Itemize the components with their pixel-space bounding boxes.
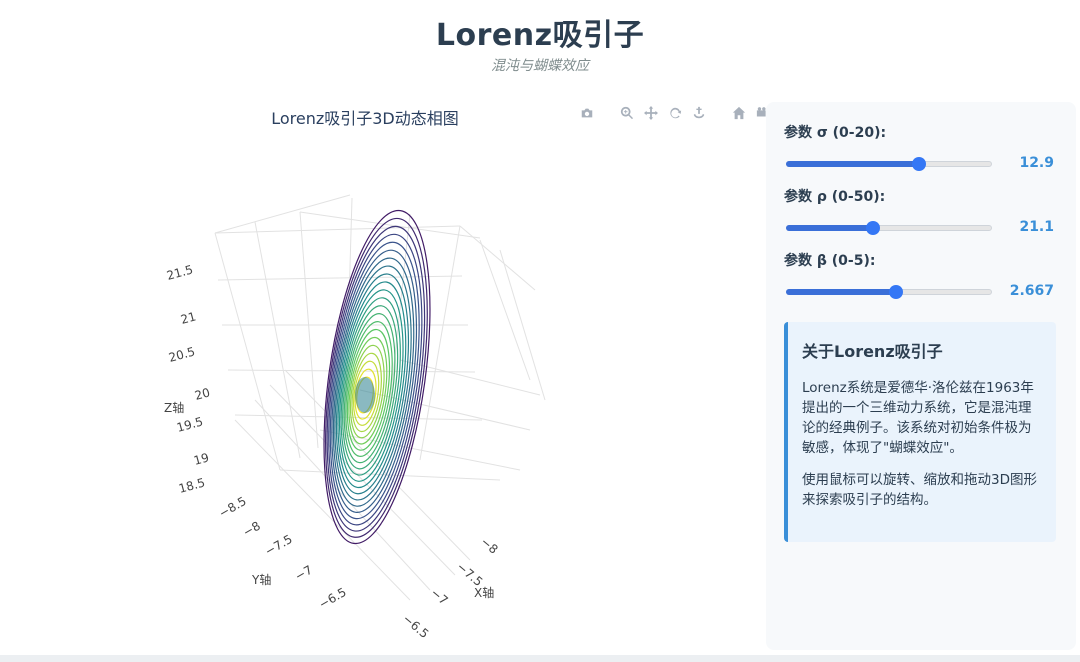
z-axis-label: Z轴	[164, 400, 184, 415]
trajectory-core	[355, 377, 375, 413]
x-axis-label: X轴	[474, 585, 494, 600]
turntable-icon[interactable]	[690, 104, 708, 122]
pan-icon[interactable]	[642, 104, 660, 122]
x-tick-label: −7.5	[454, 560, 485, 589]
z-tick-label: 20.5	[167, 344, 196, 364]
y-tick-label: −8	[241, 519, 263, 540]
orbit-rotate-icon[interactable]	[666, 104, 684, 122]
rho-value: 21.1	[1019, 219, 1054, 235]
plot-modebar	[578, 104, 772, 124]
x-tick-label: −8	[478, 535, 501, 557]
y-tick-label: −7	[293, 563, 315, 584]
y-axis-label: Y轴	[251, 572, 271, 587]
zoom-icon[interactable]	[618, 104, 636, 122]
beta-value: 2.667	[1009, 283, 1054, 299]
rho-slider[interactable]: 21.1	[784, 218, 1064, 238]
z-tick-label: 21.5	[165, 262, 194, 282]
x-tick-label: −6.5	[400, 612, 431, 641]
control-panel: 参数 σ (0-20): 12.9 参数 ρ (0-50): 21.1 参数 β…	[766, 102, 1076, 650]
info-title: 关于Lorenz吸引子	[802, 342, 943, 361]
bottom-bar	[0, 655, 1080, 662]
sigma-control: 参数 σ (0-20): 12.9	[784, 122, 1064, 174]
info-paragraph-1: Lorenz系统是爱德华·洛伦兹在1963年提出的一个三维动力系统，它是混沌理论…	[802, 380, 1034, 456]
beta-control: 参数 β (0-5): 2.667	[784, 250, 1064, 302]
z-tick-label: 20	[193, 385, 211, 402]
beta-slider-thumb[interactable]	[888, 285, 903, 299]
plot-title: Lorenz吸引子3D动态相图	[271, 109, 459, 128]
attractor-trajectory	[323, 209, 431, 545]
x-tick-label: −7	[428, 586, 451, 608]
trajectory-loop	[334, 265, 412, 501]
z-tick-label: 21	[179, 309, 197, 326]
sigma-label: 参数 σ (0-20):	[784, 125, 887, 141]
y-tick-label: −8.5	[217, 494, 249, 521]
beta-slider[interactable]: 2.667	[784, 282, 1064, 302]
lorenz-3d-plot[interactable]: 21.52120.52019.51918.5−8.5−8−7.5−7−6.5−8…	[0, 0, 760, 662]
z-tick-label: 18.5	[177, 475, 206, 495]
home-icon[interactable]	[730, 104, 748, 122]
sigma-slider[interactable]: 12.9	[784, 154, 1064, 174]
z-tick-label: 19.5	[175, 414, 204, 434]
sigma-value: 12.9	[1019, 155, 1054, 171]
info-box: 关于Lorenz吸引子 Lorenz系统是爱德华·洛伦兹在1963年提出的一个三…	[784, 322, 1056, 542]
rho-control: 参数 ρ (0-50): 21.1	[784, 186, 1064, 238]
rho-label: 参数 ρ (0-50):	[784, 189, 886, 205]
sigma-slider-thumb[interactable]	[911, 157, 926, 171]
z-tick-label: 19	[192, 450, 210, 467]
y-tick-label: −7.5	[263, 532, 295, 559]
rho-slider-thumb[interactable]	[865, 221, 880, 235]
beta-label: 参数 β (0-5):	[784, 253, 876, 269]
y-tick-label: −6.5	[317, 585, 349, 612]
info-paragraph-2: 使用鼠标可以旋转、缩放和拖动3D图形来探索吸引子的结构。	[802, 472, 1037, 508]
camera-icon[interactable]	[578, 104, 596, 122]
